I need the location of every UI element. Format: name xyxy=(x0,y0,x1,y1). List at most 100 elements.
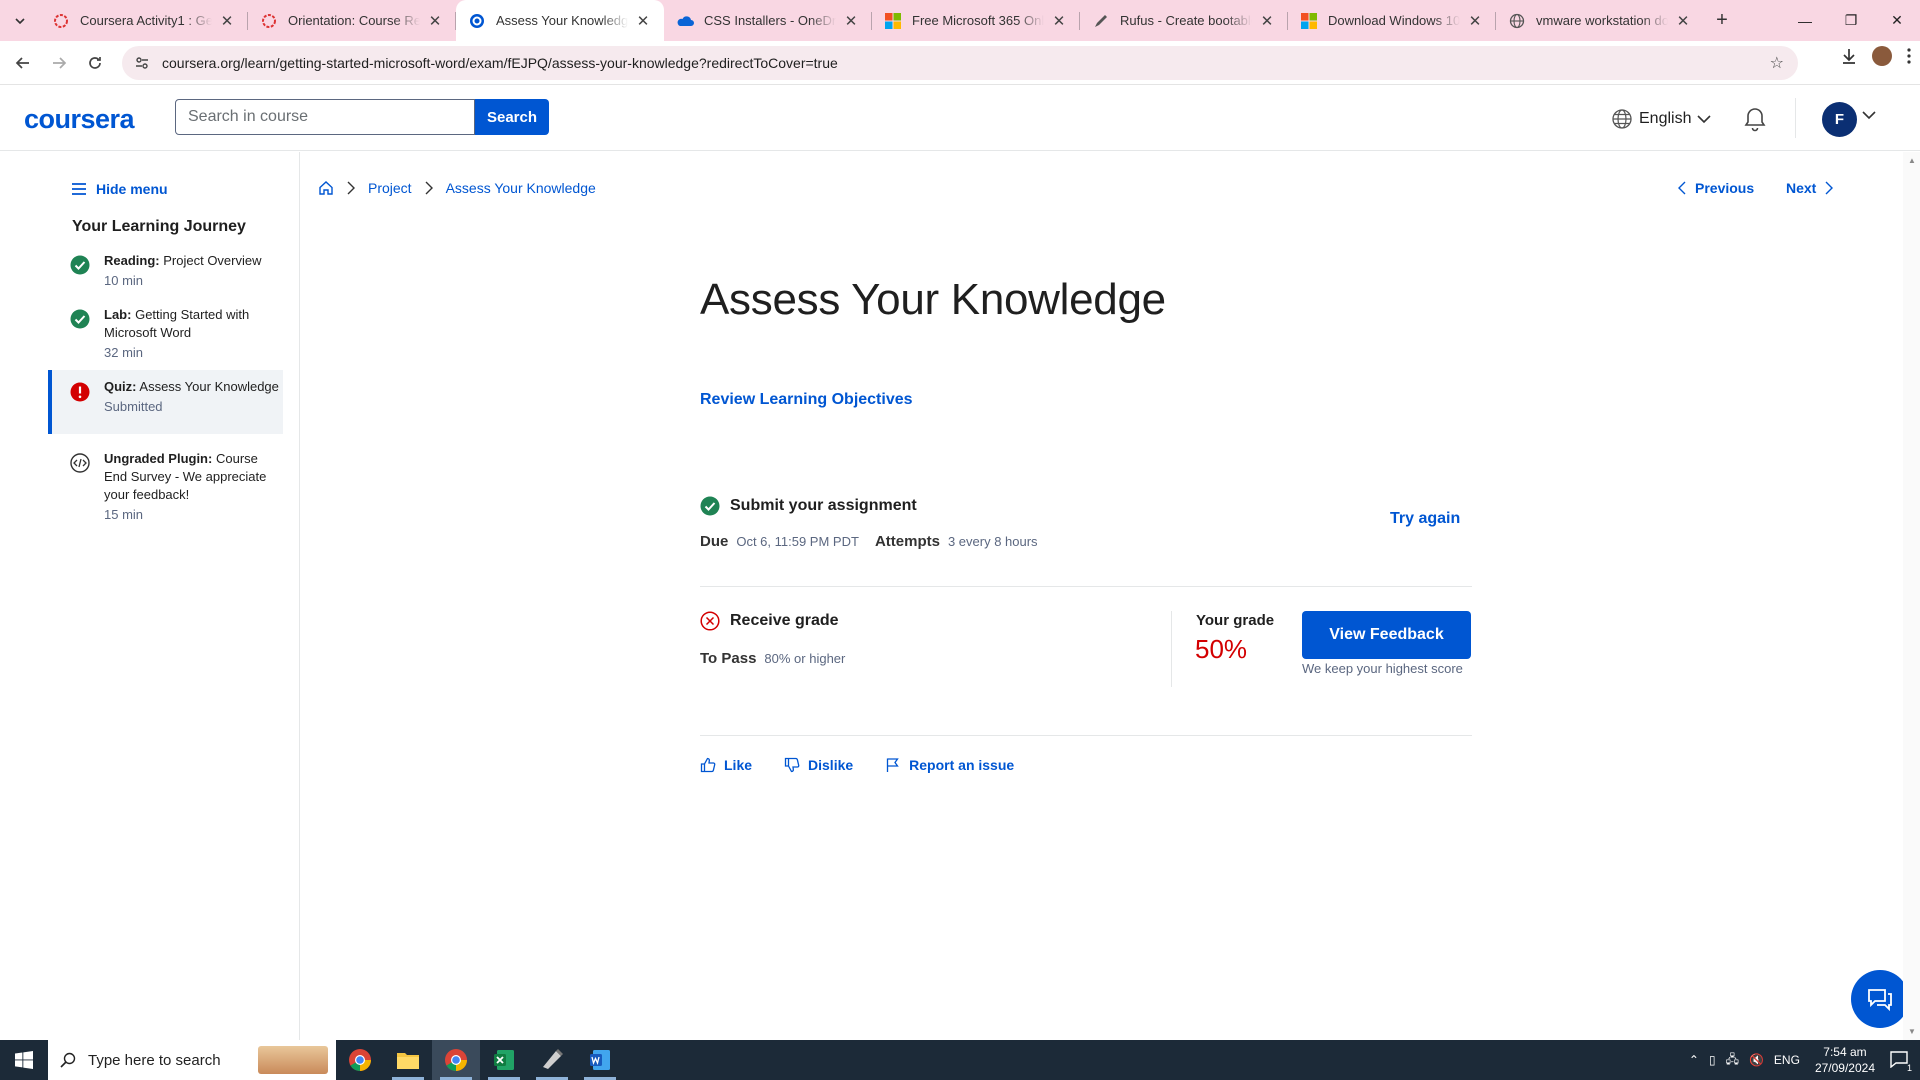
taskbar-excel[interactable] xyxy=(480,1040,528,1080)
taskbar-search-box[interactable]: Type here to search xyxy=(48,1040,336,1080)
forward-button[interactable] xyxy=(42,46,76,80)
language-selector[interactable]: English xyxy=(1611,108,1712,130)
search-button[interactable]: Search xyxy=(475,99,549,135)
page-scrollbar[interactable]: ▲ ▼ xyxy=(1903,152,1920,1040)
learning-journey-title: Your Learning Journey xyxy=(72,218,246,235)
previous-link[interactable]: Previous xyxy=(1677,180,1754,196)
onedrive-icon xyxy=(676,12,694,30)
windows-taskbar: Type here to search ⌃ ▯ 🖧 🔇 ENG 7:54 am … xyxy=(0,1040,1920,1080)
tab-title: Assess Your Knowledge | Coursera xyxy=(496,13,628,28)
taskbar-chrome-active[interactable] xyxy=(432,1040,480,1080)
coursera-logo[interactable]: coursera xyxy=(24,104,135,135)
sidebar-item-plugin[interactable]: Ungraded Plugin: Course End Survey - We … xyxy=(48,450,283,524)
browser-tab[interactable]: CSS Installers - OneDrive ✕ xyxy=(664,0,872,41)
hamburger-icon xyxy=(72,183,86,195)
volume-muted-icon[interactable]: 🔇 xyxy=(1749,1053,1764,1067)
item-status: Submitted xyxy=(104,399,163,414)
next-link[interactable]: Next xyxy=(1786,180,1834,196)
reload-button[interactable] xyxy=(78,46,112,80)
bookmark-star-icon[interactable]: ☆ xyxy=(1770,53,1784,73)
close-tab-icon[interactable]: ✕ xyxy=(842,12,860,30)
thumbs-down-icon xyxy=(784,757,800,773)
chevron-right-icon xyxy=(1825,181,1834,195)
sidebar-item-lab[interactable]: Lab: Getting Started with Microsoft Word… xyxy=(48,306,283,362)
report-issue-button[interactable]: Report an issue xyxy=(885,757,1014,773)
attempts-label: Attempts xyxy=(874,533,940,550)
section-divider xyxy=(700,735,1472,736)
close-tab-icon[interactable]: ✕ xyxy=(1466,12,1484,30)
chat-assistant-button[interactable] xyxy=(1851,970,1909,1028)
breadcrumb-current[interactable]: Assess Your Knowledge xyxy=(446,180,596,196)
window-controls: — ❐ ✕ xyxy=(1782,0,1920,41)
receive-grade-row: Receive grade xyxy=(700,611,839,631)
x-circle-icon xyxy=(700,611,720,631)
close-tab-icon[interactable]: ✕ xyxy=(1674,12,1692,30)
toolbar-actions xyxy=(1840,46,1912,66)
back-button[interactable] xyxy=(6,46,40,80)
try-again-button[interactable]: Try again xyxy=(1390,510,1460,528)
meet-now-icon[interactable]: ▯ xyxy=(1709,1053,1716,1067)
notification-count: 1 xyxy=(1906,1062,1912,1073)
coursera-red-icon xyxy=(52,12,70,30)
hide-menu-button[interactable]: Hide menu xyxy=(72,181,168,197)
start-button[interactable] xyxy=(0,1040,48,1080)
taskbar-word[interactable] xyxy=(576,1040,624,1080)
tab-search-button[interactable] xyxy=(0,0,40,41)
network-icon[interactable]: 🖧 xyxy=(1726,1050,1739,1071)
more-menu-icon[interactable] xyxy=(1906,47,1912,65)
new-tab-button[interactable]: + xyxy=(1704,0,1740,41)
address-bar[interactable]: coursera.org/learn/getting-started-micro… xyxy=(122,46,1798,80)
tab-title: Orientation: Course Requirements xyxy=(288,13,420,28)
browser-tab[interactable]: vmware workstation download ✕ xyxy=(1496,0,1704,41)
download-icon[interactable] xyxy=(1840,47,1858,65)
review-learning-objectives-link[interactable]: Review Learning Objectives xyxy=(700,391,913,409)
taskbar-rufus[interactable] xyxy=(528,1040,576,1080)
your-grade-value: 50% xyxy=(1195,634,1248,664)
action-center-icon xyxy=(1890,1050,1908,1068)
home-icon[interactable] xyxy=(318,180,334,196)
folder-icon xyxy=(397,1053,419,1069)
close-tab-icon[interactable]: ✕ xyxy=(426,12,444,30)
browser-tab[interactable]: Rufus - Create bootable USB ✕ xyxy=(1080,0,1288,41)
tray-overflow-chevron-icon[interactable]: ⌃ xyxy=(1689,1053,1699,1067)
scroll-down-arrow-icon[interactable]: ▼ xyxy=(1908,1027,1916,1036)
browser-tab[interactable]: Coursera Activity1 : Getting Started ✕ xyxy=(40,0,248,41)
chrome-icon xyxy=(349,1049,371,1071)
close-window-button[interactable]: ✕ xyxy=(1874,0,1920,41)
taskbar-chrome[interactable] xyxy=(336,1040,384,1080)
chevron-down-icon[interactable] xyxy=(1862,110,1876,120)
close-tab-icon[interactable]: ✕ xyxy=(634,12,652,30)
usb-drive-icon xyxy=(543,1049,563,1069)
close-tab-icon[interactable]: ✕ xyxy=(1050,12,1068,30)
sidebar-item-reading[interactable]: Reading: Project Overview 10 min xyxy=(48,252,283,290)
scroll-up-arrow-icon[interactable]: ▲ xyxy=(1908,156,1916,165)
site-settings-icon[interactable] xyxy=(134,55,150,71)
browser-tab-active[interactable]: Assess Your Knowledge | Coursera ✕ xyxy=(456,0,664,41)
browser-tab[interactable]: Free Microsoft 365 Online ✕ xyxy=(872,0,1080,41)
close-tab-icon[interactable]: ✕ xyxy=(1258,12,1276,30)
taskbar-clock[interactable]: 7:54 am 27/09/2024 xyxy=(1815,1044,1875,1076)
error-circle-icon xyxy=(70,382,90,402)
dislike-button[interactable]: Dislike xyxy=(784,757,853,773)
tab-title: Free Microsoft 365 Online xyxy=(912,13,1044,28)
item-duration: 15 min xyxy=(104,507,144,522)
taskbar-file-explorer[interactable] xyxy=(384,1040,432,1080)
notifications-icon[interactable]: 1 xyxy=(1890,1050,1912,1073)
view-feedback-button[interactable]: View Feedback xyxy=(1302,611,1471,659)
browser-tab[interactable]: Download Windows 10 ✕ xyxy=(1288,0,1496,41)
profile-avatar-icon[interactable] xyxy=(1872,46,1892,66)
search-input[interactable] xyxy=(175,99,475,135)
coursera-blue-icon xyxy=(468,12,486,30)
like-button[interactable]: Like xyxy=(700,757,752,773)
input-language[interactable]: ENG xyxy=(1774,1053,1800,1067)
close-tab-icon[interactable]: ✕ xyxy=(218,12,236,30)
restore-button[interactable]: ❐ xyxy=(1828,0,1874,41)
windows-logo-icon xyxy=(15,1051,33,1069)
user-avatar[interactable]: F xyxy=(1822,102,1857,137)
breadcrumb-project[interactable]: Project xyxy=(368,180,412,196)
minimize-button[interactable]: — xyxy=(1782,0,1828,41)
notification-bell-icon[interactable] xyxy=(1743,106,1767,132)
browser-tab[interactable]: Orientation: Course Requirements ✕ xyxy=(248,0,456,41)
sidebar-item-quiz[interactable]: Quiz: Assess Your Knowledge Submitted xyxy=(48,370,283,434)
to-pass-value: 80% or higher xyxy=(764,651,846,666)
